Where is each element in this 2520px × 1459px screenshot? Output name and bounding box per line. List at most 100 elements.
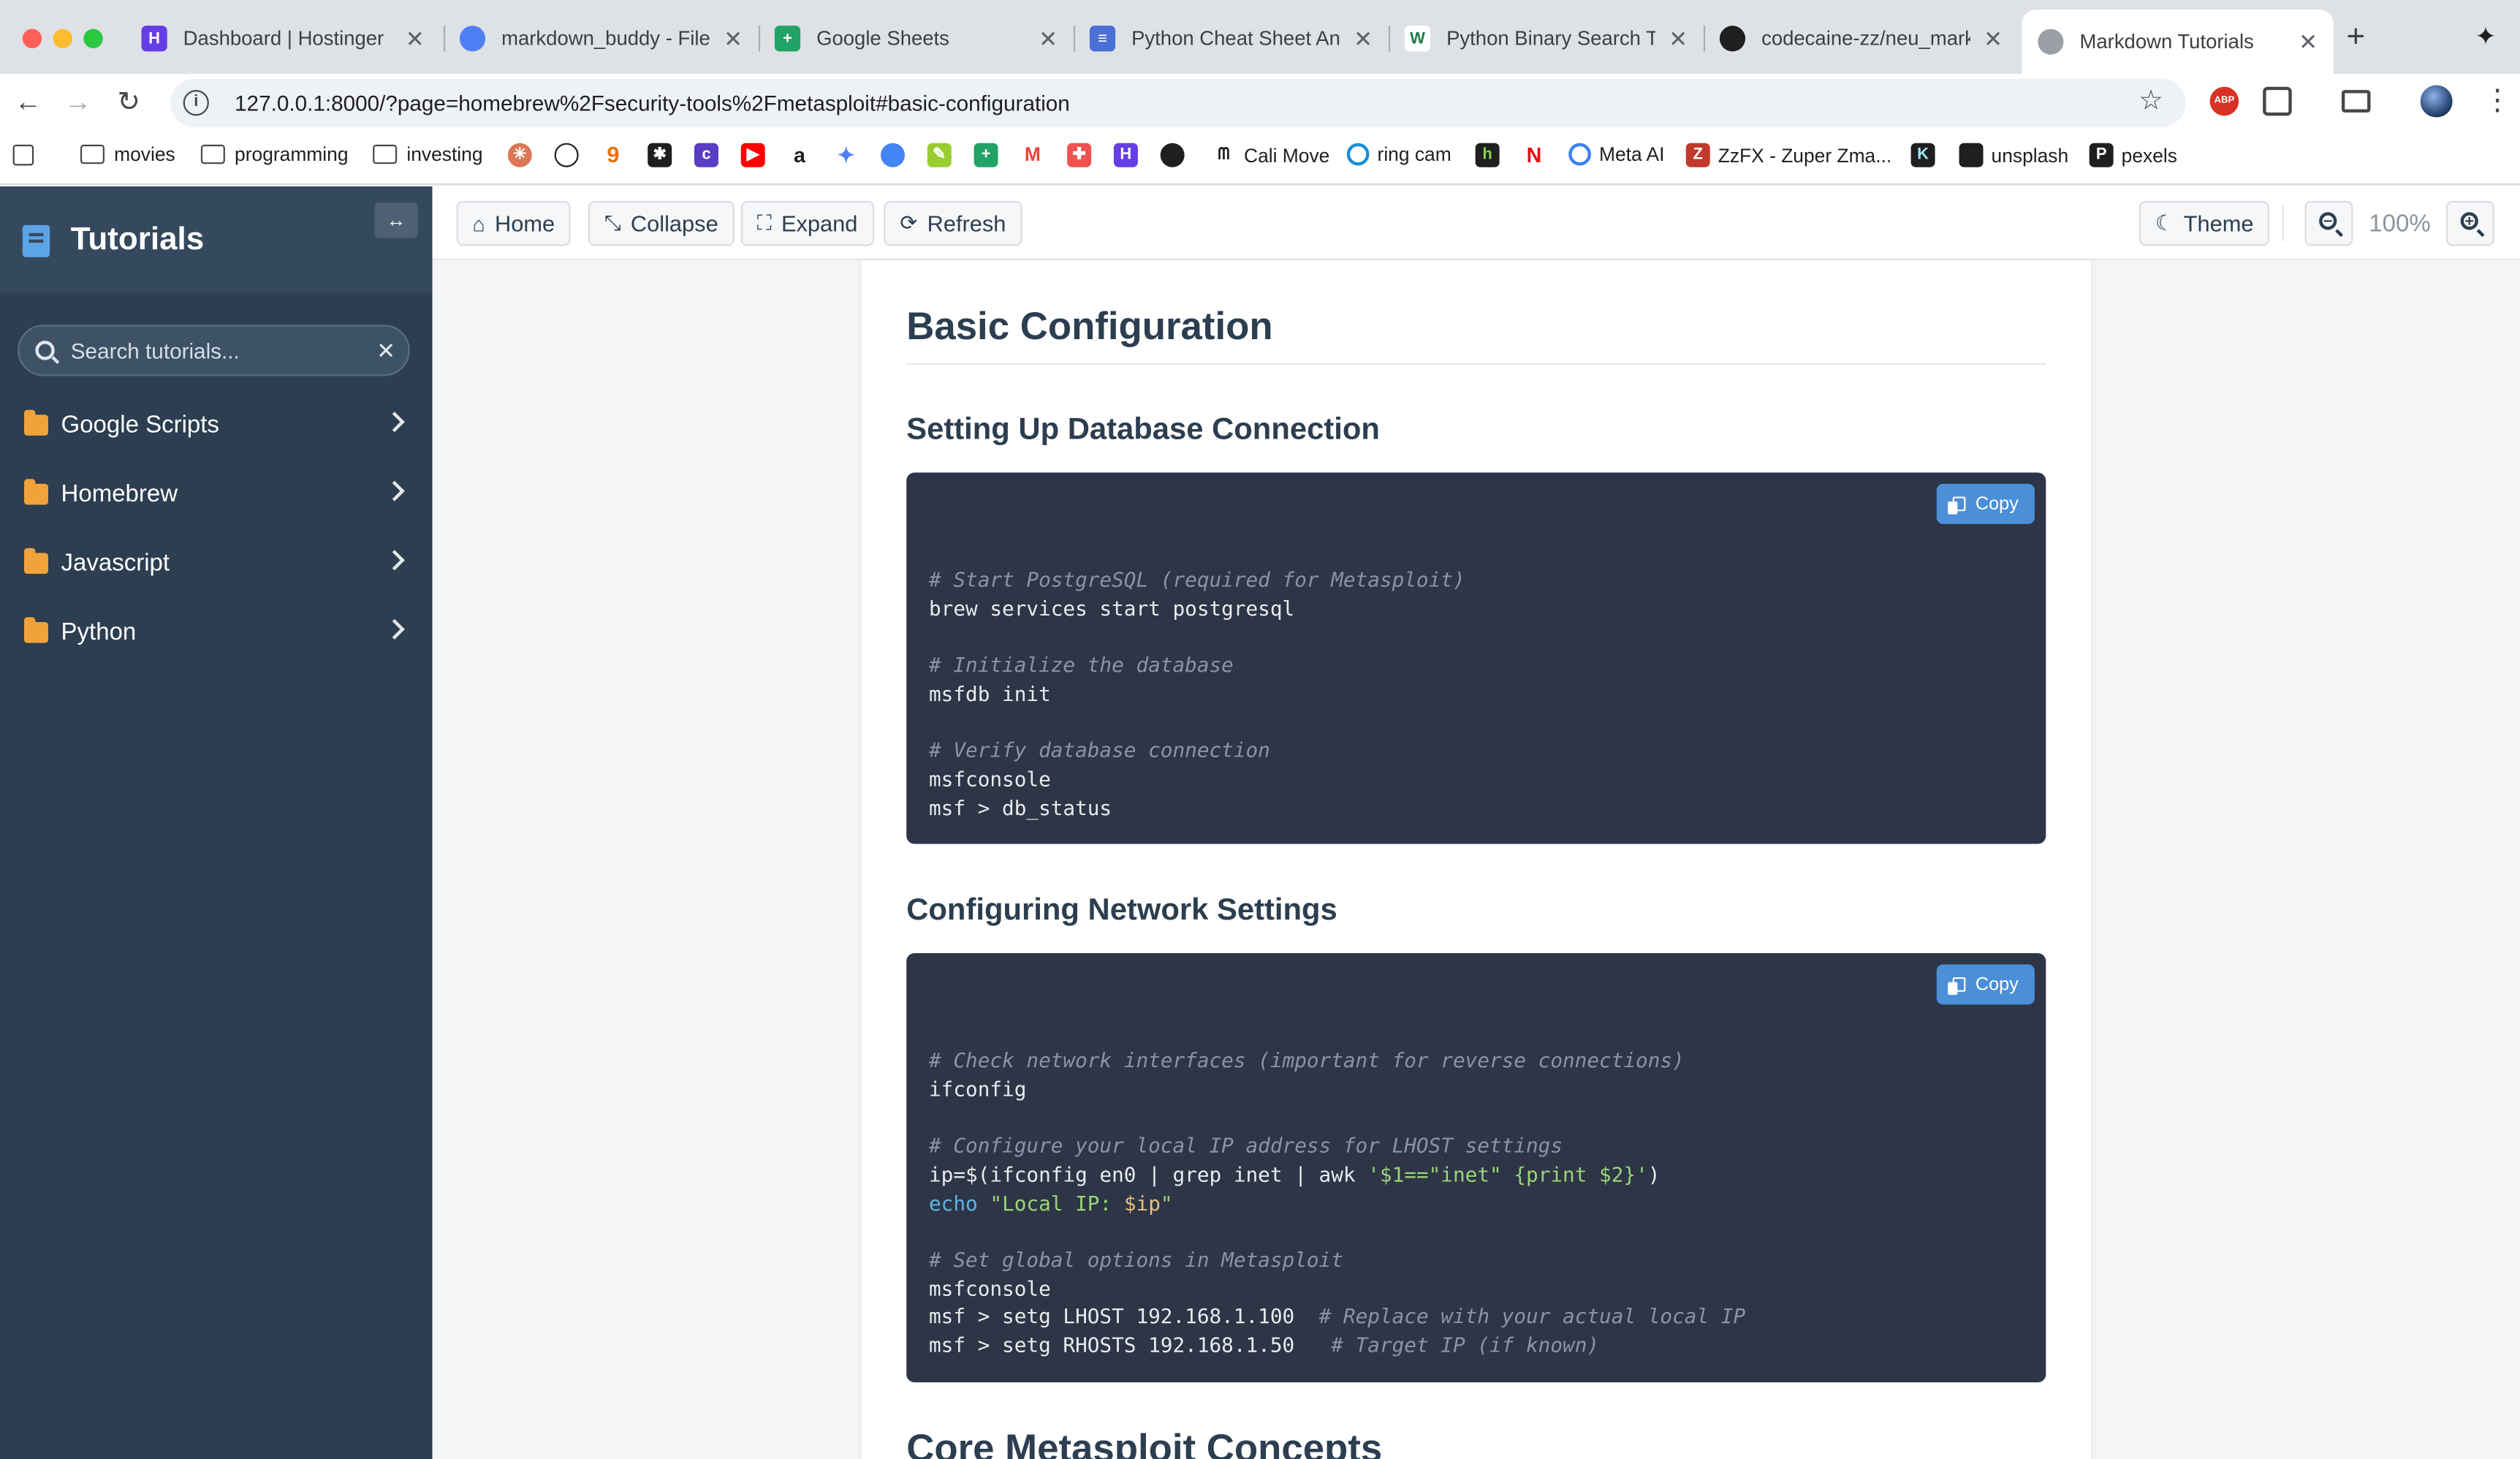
browser-tab[interactable]: markdown_buddy - Files ✕	[444, 13, 759, 64]
pen-icon[interactable]: ✎	[927, 143, 952, 167]
code-content: # Start PostgreSQL (required for Metaspl…	[929, 567, 1465, 819]
bookmark-folder-investing[interactable]: investing	[373, 143, 483, 165]
new-tab-button[interactable]: +	[2347, 21, 2366, 53]
kebab-menu-icon[interactable]: ⋮	[2483, 83, 2512, 115]
bookmark-zzfx[interactable]: Z ZzFX - Zuper Zma...	[1685, 143, 1891, 167]
content-toolbar: ⌂ Home ⤡ Collapse ⛶ Expand ⟳ Refresh ☾ Theme …	[432, 186, 2520, 261]
folder-icon	[23, 409, 48, 436]
extensions-icon[interactable]	[2263, 86, 2292, 116]
browser-tab[interactable]: codecaine-zz/neu_markd ✕	[1704, 13, 2019, 64]
zoom-in-button[interactable]	[2445, 200, 2494, 246]
url-text[interactable]: 127.0.0.1:8000/?page=homebrew%2Fsecurity…	[235, 91, 1070, 115]
gemini-icon[interactable]: ✦	[2475, 21, 2496, 53]
browser-tab[interactable]: + Google Sheets ✕	[759, 13, 1074, 64]
profile-avatar[interactable]	[2420, 85, 2453, 118]
browser-tab-active[interactable]: Markdown Tutorials ✕	[2022, 10, 2334, 75]
sidebar-item-google-scripts[interactable]: Google Scripts	[0, 394, 433, 458]
sheets-bookmark-icon[interactable]: +	[974, 143, 998, 167]
address-toolbar: ← → ↻ i 127.0.0.1:8000/?page=homebrew%2F…	[0, 74, 2520, 132]
collapse-button[interactable]: ⤡ Collapse	[588, 200, 735, 246]
amazon-icon[interactable]: a	[787, 143, 812, 167]
close-icon[interactable]: ✕	[1354, 25, 1373, 52]
colab-icon[interactable]	[881, 143, 906, 167]
tab-search-icon[interactable]	[2341, 90, 2371, 113]
bookmark-meta-ai[interactable]: Meta AI	[1568, 143, 1664, 166]
search-input[interactable]	[70, 338, 360, 363]
close-icon[interactable]: ✕	[1039, 25, 1058, 52]
copy-icon	[1948, 977, 1966, 996]
github-bookmark-icon[interactable]	[1160, 143, 1185, 167]
k-icon[interactable]: K	[1910, 143, 1935, 167]
bookmark-pexels[interactable]: Ppexels	[2089, 143, 2177, 167]
claude-icon[interactable]: ✳	[507, 143, 532, 167]
home-button[interactable]: ⌂ Home	[456, 200, 572, 246]
gmail-icon[interactable]: M	[1020, 143, 1045, 167]
gemini-bookmark-icon[interactable]: ✦	[834, 143, 859, 167]
bookmark-unsplash[interactable]: unsplash	[1959, 143, 2068, 167]
g-icon[interactable]: 9	[601, 143, 626, 167]
sidebar: Tutorials ↔ ✕ Google Scripts Homebrew Ja…	[0, 186, 433, 1459]
clear-search-icon[interactable]: ✕	[376, 338, 395, 365]
zoom-out-icon	[2319, 212, 2337, 230]
globe-icon	[459, 26, 486, 52]
site-info-icon[interactable]: i	[183, 90, 209, 116]
back-icon[interactable]: ←	[15, 87, 42, 119]
code-content: # Check network interfaces (important fo…	[929, 1047, 1746, 1357]
copy-icon	[1948, 496, 1966, 515]
bookmark-star-icon[interactable]: ☆	[2138, 86, 2163, 118]
bookmark-folder-programming[interactable]: programming	[200, 143, 349, 165]
perplexity-icon[interactable]: ✱	[648, 143, 672, 167]
copy-button[interactable]: Copy	[1937, 964, 2035, 1005]
close-icon[interactable]: ✕	[1669, 25, 1688, 52]
close-icon[interactable]: ✕	[406, 25, 425, 52]
sidebar-item-homebrew[interactable]: Homebrew	[0, 463, 433, 527]
globe-icon	[2038, 29, 2064, 55]
app-icon[interactable]: ✚	[1067, 143, 1092, 167]
youtube-icon[interactable]: ▶	[740, 143, 765, 167]
browser-tab[interactable]: H Dashboard | Hostinger ✕	[126, 13, 441, 64]
openai-icon[interactable]	[554, 143, 579, 167]
main-content: ⌂ Home ⤡ Collapse ⛶ Expand ⟳ Refresh ☾ Theme …	[432, 186, 2520, 1459]
adblock-icon[interactable]: ABP	[2209, 86, 2239, 116]
app-icon[interactable]: c	[694, 143, 718, 167]
bookmark-ring-cam[interactable]: ring cam	[1346, 143, 1451, 166]
collapse-icon: ⤡	[604, 211, 621, 235]
sidebar-item-python[interactable]: Python	[0, 601, 433, 665]
bookmark-cali-move[interactable]: ᗰ Cali Move	[1212, 143, 1329, 167]
apps-grid-icon[interactable]	[12, 144, 34, 166]
search-box: ✕	[18, 325, 410, 376]
h-icon[interactable]: h	[1475, 143, 1500, 167]
sidebar-toggle-button[interactable]: ↔	[374, 202, 418, 238]
close-icon[interactable]: ✕	[1984, 25, 2003, 52]
reload-icon[interactable]: ↻	[118, 87, 140, 119]
expand-icon: ⛶	[756, 211, 772, 235]
forward-icon[interactable]: →	[64, 87, 91, 119]
heading-core-concepts: Core Metasploit Concepts	[906, 1427, 1383, 1459]
hostinger-bookmark-icon[interactable]: H	[1113, 143, 1138, 167]
bookmark-folder-movies[interactable]: movies	[80, 143, 175, 165]
close-icon[interactable]: ✕	[724, 25, 743, 52]
theme-button[interactable]: ☾ Theme	[2138, 200, 2270, 246]
doc-icon: ≡	[1089, 26, 1116, 52]
browser-tab[interactable]: ≡ Python Cheat Sheet And ✕	[1074, 13, 1389, 64]
code-block: Copy # Check network interfaces (importa…	[906, 952, 2046, 1383]
refresh-button[interactable]: ⟳ Refresh	[884, 200, 1022, 246]
browser-tab[interactable]: W Python Binary Search Tre ✕	[1389, 13, 1704, 64]
window-minimize-button[interactable]	[53, 29, 72, 48]
folder-icon	[23, 479, 48, 505]
folder-icon	[23, 547, 48, 575]
window-close-button[interactable]	[22, 29, 42, 48]
netflix-icon[interactable]: N	[1522, 143, 1546, 167]
expand-button[interactable]: ⛶ Expand	[740, 200, 874, 246]
w-icon: W	[1404, 26, 1431, 52]
sidebar-item-javascript[interactable]: Javascript	[0, 532, 433, 596]
zoom-in-icon	[2460, 212, 2478, 230]
close-icon[interactable]: ✕	[2299, 28, 2318, 55]
window-zoom-button[interactable]	[83, 29, 103, 48]
refresh-icon: ⟳	[900, 211, 918, 235]
address-bar[interactable]: i 127.0.0.1:8000/?page=homebrew%2Fsecuri…	[170, 78, 2186, 127]
hostinger-icon: H	[141, 26, 167, 52]
heading-basic-configuration: Basic Configuration	[906, 305, 1273, 349]
zoom-out-button[interactable]	[2304, 200, 2353, 246]
copy-button[interactable]: Copy	[1937, 483, 2035, 524]
